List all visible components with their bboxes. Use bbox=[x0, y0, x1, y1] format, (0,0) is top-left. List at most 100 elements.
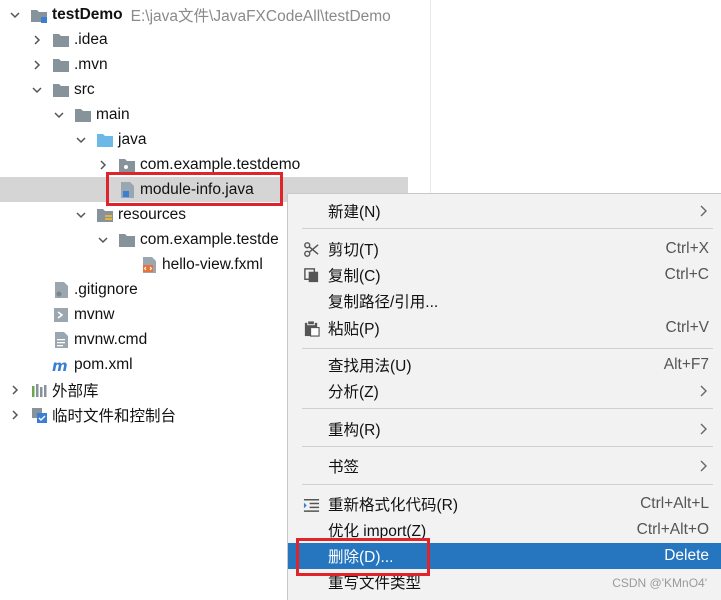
menu-item-label: 书签 bbox=[328, 459, 360, 476]
tree-item-main[interactable]: main bbox=[0, 102, 482, 127]
menu-item-label: 剪切(T) bbox=[328, 242, 379, 259]
tree-item-label: .mvn bbox=[74, 55, 108, 73]
chevron-right-icon[interactable] bbox=[8, 408, 22, 422]
menu-item-shortcut: Alt+F7 bbox=[663, 356, 709, 373]
tree-item-label: mvnw.cmd bbox=[74, 330, 148, 348]
tree-item-java[interactable]: java bbox=[0, 127, 504, 152]
menu-item-bookmarks[interactable]: 书签 bbox=[288, 453, 721, 479]
menu-item-label: 重写文件类型 bbox=[328, 575, 422, 592]
menu-item-new[interactable]: 新建(N) bbox=[288, 198, 721, 224]
chevron-right-icon[interactable] bbox=[30, 33, 44, 47]
menu-item-shortcut: Ctrl+C bbox=[664, 266, 709, 283]
chevron-down-icon[interactable] bbox=[52, 108, 66, 122]
menu-item-label: 重构(R) bbox=[328, 422, 381, 439]
tree-item-label: pom.xml bbox=[74, 355, 133, 373]
menu-item-shortcut: Ctrl+Alt+L bbox=[640, 495, 709, 512]
menu-item-cut[interactable]: 剪切(T) Ctrl+X bbox=[288, 236, 721, 262]
folder-icon bbox=[74, 106, 92, 124]
tree-item-label: .idea bbox=[74, 30, 108, 48]
tree-item-label: resources bbox=[118, 205, 187, 223]
menu-item-label: 复制路径/引用... bbox=[328, 294, 439, 311]
menu-item-refactor[interactable]: 重构(R) bbox=[288, 416, 721, 442]
menu-item-label: 查找用法(U) bbox=[328, 358, 412, 375]
folder-icon bbox=[52, 31, 70, 49]
submenu-arrow-icon bbox=[699, 205, 709, 217]
clipboard-icon bbox=[302, 319, 320, 337]
fxml-file-icon bbox=[140, 256, 158, 274]
text-file-icon bbox=[52, 331, 70, 349]
resources-folder-icon bbox=[96, 206, 114, 224]
context-menu: 新建(N) 剪切(T) Ctrl+X 复制(C) Ctrl+C 复制路径/引用.… bbox=[287, 193, 721, 600]
menu-item-paste[interactable]: 粘贴(P) Ctrl+V bbox=[288, 315, 721, 341]
scissors-icon bbox=[302, 240, 320, 258]
chevron-down-icon[interactable] bbox=[30, 83, 44, 97]
chevron-right-icon[interactable] bbox=[30, 58, 44, 72]
menu-item-label: 分析(Z) bbox=[328, 384, 379, 401]
tree-item-label: java bbox=[118, 130, 147, 148]
menu-item-label: 删除(D)... bbox=[328, 549, 394, 566]
shell-script-icon bbox=[52, 306, 70, 324]
chevron-right-icon[interactable] bbox=[96, 158, 110, 172]
package-icon bbox=[118, 156, 136, 174]
folder-icon bbox=[118, 231, 136, 249]
watermark: CSDN @'KMnO4' bbox=[612, 576, 707, 590]
tree-item-label: com.example.testde bbox=[140, 230, 279, 248]
menu-item-copy-path[interactable]: 复制路径/引用... bbox=[288, 288, 721, 314]
menu-item-copy[interactable]: 复制(C) Ctrl+C bbox=[288, 262, 721, 288]
tree-item-label: hello-view.fxml bbox=[162, 255, 263, 273]
tree-item-label: mvnw bbox=[74, 305, 115, 323]
menu-separator bbox=[302, 348, 713, 349]
svg-text:m: m bbox=[52, 357, 68, 374]
library-icon bbox=[30, 381, 48, 399]
tree-item-src[interactable]: src bbox=[0, 77, 460, 102]
chevron-right-icon[interactable] bbox=[8, 383, 22, 397]
menu-item-find-usages[interactable]: 查找用法(U) Alt+F7 bbox=[288, 352, 721, 378]
menu-item-label: 优化 import(Z) bbox=[328, 523, 427, 540]
chevron-down-icon[interactable] bbox=[96, 233, 110, 247]
submenu-arrow-icon bbox=[699, 423, 709, 435]
folder-icon bbox=[52, 81, 70, 99]
tree-item-label: 外部库 bbox=[52, 382, 99, 400]
menu-item-label: 粘贴(P) bbox=[328, 321, 380, 338]
menu-item-label: 新建(N) bbox=[328, 204, 381, 221]
source-folder-icon bbox=[96, 131, 114, 149]
module-folder-icon bbox=[30, 6, 48, 24]
tree-item-label: src bbox=[74, 80, 95, 98]
menu-item-delete[interactable]: 删除(D)... Delete bbox=[288, 543, 721, 569]
gitignore-file-icon bbox=[52, 281, 70, 299]
reformat-icon bbox=[302, 495, 320, 513]
menu-item-shortcut: Ctrl+V bbox=[665, 319, 710, 336]
submenu-arrow-icon bbox=[699, 385, 709, 397]
menu-item-shortcut: Ctrl+Alt+O bbox=[636, 521, 709, 538]
tree-root-row[interactable]: testDemo E:\java文件\JavaFXCodeAll\testDem… bbox=[0, 2, 438, 27]
chevron-down-icon[interactable] bbox=[8, 8, 22, 22]
menu-item-optimize-imports[interactable]: 优化 import(Z) Ctrl+Alt+O bbox=[288, 517, 721, 543]
tree-item-idea[interactable]: .idea bbox=[0, 27, 460, 52]
tree-item-package[interactable]: com.example.testdemo bbox=[0, 152, 526, 177]
scratches-icon bbox=[30, 406, 48, 424]
folder-icon bbox=[52, 56, 70, 74]
chevron-down-icon[interactable] bbox=[74, 208, 88, 222]
menu-item-reformat-code[interactable]: 重新格式化代码(R) Ctrl+Alt+L bbox=[288, 491, 721, 517]
menu-separator bbox=[302, 484, 713, 485]
tree-item-label: .gitignore bbox=[74, 280, 138, 298]
maven-icon: m bbox=[52, 356, 70, 374]
menu-item-shortcut: Delete bbox=[664, 547, 709, 564]
menu-separator bbox=[302, 408, 713, 409]
menu-item-analyze[interactable]: 分析(Z) bbox=[288, 378, 721, 404]
tree-item-label: main bbox=[96, 105, 130, 123]
menu-separator bbox=[302, 446, 713, 447]
tree-item-label: module-info.java bbox=[140, 180, 254, 198]
tree-item-label: 临时文件和控制台 bbox=[52, 407, 177, 425]
tree-root-label: testDemo bbox=[52, 5, 123, 23]
copy-icon bbox=[302, 266, 320, 284]
chevron-down-icon[interactable] bbox=[74, 133, 88, 147]
menu-item-label: 重新格式化代码(R) bbox=[328, 497, 459, 514]
submenu-arrow-icon bbox=[699, 460, 709, 472]
java-file-icon bbox=[118, 181, 136, 199]
menu-item-label: 复制(C) bbox=[328, 268, 381, 285]
tree-item-mvn-folder[interactable]: .mvn bbox=[0, 52, 460, 77]
menu-separator bbox=[302, 228, 713, 229]
tree-root-path: E:\java文件\JavaFXCodeAll\testDemo bbox=[130, 7, 391, 25]
tree-item-label: com.example.testdemo bbox=[140, 155, 301, 173]
